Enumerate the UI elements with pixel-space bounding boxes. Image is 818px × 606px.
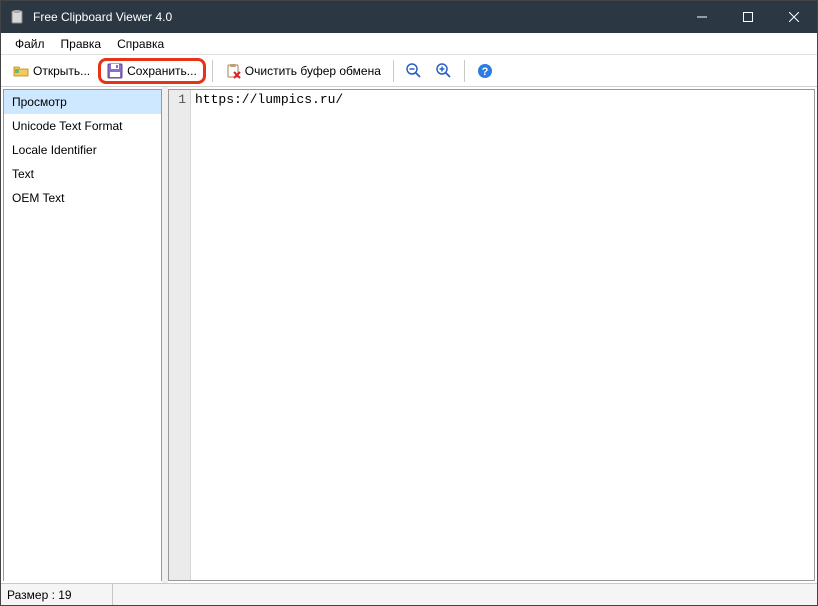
content-area: Просмотр Unicode Text Format Locale Iden… [1, 87, 817, 583]
clear-icon [225, 63, 241, 79]
toolbar-separator [212, 60, 213, 82]
sidebar-item-unicode[interactable]: Unicode Text Format [4, 114, 161, 138]
menu-edit[interactable]: Правка [53, 35, 110, 53]
help-button[interactable]: ? [471, 60, 499, 82]
toolbar-separator [464, 60, 465, 82]
svg-text:?: ? [482, 66, 489, 78]
status-size: Размер : 19 [7, 584, 113, 605]
toolbar-separator [393, 60, 394, 82]
sidebar-item-oem[interactable]: OEM Text [4, 186, 161, 210]
sidebar-item-locale[interactable]: Locale Identifier [4, 138, 161, 162]
help-icon: ? [477, 63, 493, 79]
save-button[interactable]: Сохранить... [98, 58, 206, 84]
titlebar: Free Clipboard Viewer 4.0 [1, 1, 817, 33]
menu-help[interactable]: Справка [109, 35, 172, 53]
clear-label: Очистить буфер обмена [245, 64, 381, 78]
open-icon [13, 63, 29, 79]
app-icon [9, 9, 25, 25]
close-button[interactable] [771, 1, 817, 33]
content-viewer: 1 https://lumpics.ru/ [168, 89, 815, 581]
line-number: 1 [178, 92, 186, 107]
toolbar: Открыть... Сохранить... Очистить буфер о… [1, 55, 817, 87]
menu-file[interactable]: Файл [7, 35, 53, 53]
format-list: Просмотр Unicode Text Format Locale Iden… [3, 89, 162, 581]
zoom-out-icon [406, 63, 422, 79]
sidebar-item-text[interactable]: Text [4, 162, 161, 186]
menubar: Файл Правка Справка [1, 33, 817, 55]
zoom-out-button[interactable] [400, 60, 428, 82]
open-button[interactable]: Открыть... [7, 60, 96, 82]
open-label: Открыть... [33, 64, 90, 78]
maximize-button[interactable] [725, 1, 771, 33]
sidebar-item-preview[interactable]: Просмотр [4, 90, 161, 114]
clipboard-text[interactable]: https://lumpics.ru/ [191, 90, 814, 580]
zoom-in-button[interactable] [430, 60, 458, 82]
line-gutter: 1 [169, 90, 191, 580]
save-icon [107, 63, 123, 79]
window-title: Free Clipboard Viewer 4.0 [33, 10, 679, 24]
minimize-button[interactable] [679, 1, 725, 33]
zoom-in-icon [436, 63, 452, 79]
save-label: Сохранить... [127, 64, 197, 78]
statusbar: Размер : 19 [1, 583, 817, 605]
clear-button[interactable]: Очистить буфер обмена [219, 60, 387, 82]
